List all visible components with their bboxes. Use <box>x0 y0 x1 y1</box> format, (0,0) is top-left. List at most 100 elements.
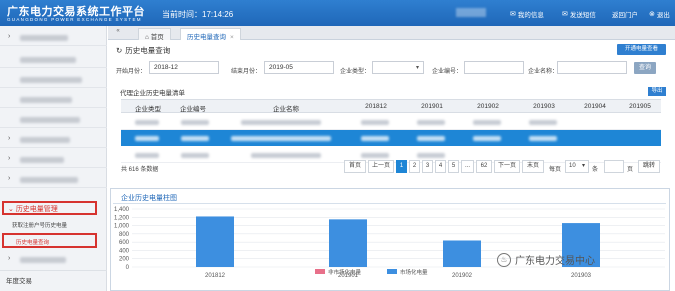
last-page-button[interactable]: 末页 <box>522 160 544 173</box>
page-jump-input[interactable] <box>604 160 624 173</box>
sidebar-item[interactable]: › <box>0 132 107 148</box>
chart-title: 企业历史电量柱图 <box>121 195 177 202</box>
app-subtitle: GUANGDONG POWER EXCHANGE SYSTEM <box>7 17 142 22</box>
return-portal-link[interactable]: 返回门户 <box>612 9 638 19</box>
first-page-button[interactable]: 首页 <box>344 160 366 173</box>
column-header[interactable]: 201902 <box>469 103 507 110</box>
query-button[interactable]: 查询 <box>634 62 656 74</box>
sidebar-subitem-fetch-history[interactable]: 获取注册户号历史电量 <box>12 221 67 229</box>
page-unit: 页 <box>627 167 634 173</box>
company-name-input[interactable] <box>557 61 627 74</box>
chevron-down-icon: ▾ <box>581 163 585 169</box>
chevron-right-icon: › <box>8 255 11 262</box>
total-count: 共 616 条数据 <box>121 167 159 173</box>
chevron-down-icon: ⌄ <box>8 206 16 213</box>
page-button[interactable]: 2 <box>409 160 420 173</box>
table-title: 代理企业历史电量清单 <box>120 90 185 97</box>
x-tick-label: 201902 <box>452 273 473 279</box>
legend-label: 市场化电量 <box>400 268 428 276</box>
wechat-logo-icon: ♨ <box>497 252 511 267</box>
mail-icon: ✉ <box>510 11 516 18</box>
tab-scroll-left-icon[interactable]: « <box>112 28 124 38</box>
page-button[interactable]: 1 <box>396 160 407 173</box>
table-row[interactable] <box>121 114 661 130</box>
column-header[interactable]: 企业名称 <box>261 103 311 113</box>
page-button[interactable]: 62 <box>476 160 492 173</box>
tab-history-query[interactable]: 历史电量查询 × <box>180 28 241 41</box>
chevron-right-icon: › <box>8 135 11 142</box>
jump-button[interactable]: 跳转 <box>638 160 660 173</box>
y-tick-label: 400 <box>119 248 130 254</box>
company-type-label: 企业类型： <box>340 69 371 75</box>
column-header[interactable]: 201903 <box>525 103 563 110</box>
sidebar-item[interactable]: › <box>0 30 107 46</box>
y-tick-label: 1,400 <box>114 207 130 213</box>
sidebar-item-power-history-mgmt[interactable]: ⌄ 历史电量管理 <box>2 201 97 215</box>
start-month-label: 开始月份： <box>116 69 147 75</box>
sidebar-item[interactable] <box>0 72 107 88</box>
page-button[interactable]: 5 <box>448 160 459 173</box>
page-button[interactable]: 3 <box>422 160 433 173</box>
export-button[interactable]: 导出 <box>648 87 666 96</box>
send-sms-link[interactable]: ✉ 发送短信 <box>562 9 596 19</box>
watermark: ♨ 广东电力交易中心 <box>497 252 595 267</box>
bar <box>443 240 481 267</box>
y-tick-label: 600 <box>119 240 130 246</box>
sidebar-item[interactable] <box>0 92 107 108</box>
company-name-label: 企业名称： <box>528 69 559 75</box>
sidebar-item[interactable] <box>0 112 107 128</box>
history-power-bar-chart: 1,4001,2001,0008006004002000201812 201901… <box>114 207 665 279</box>
y-tick-label: 0 <box>126 265 130 271</box>
tab-home[interactable]: ⌂ 首页 <box>138 28 171 41</box>
chevron-down-icon: ▾ <box>415 65 419 71</box>
per-page-unit: 条 <box>592 167 599 173</box>
column-header[interactable]: 201901 <box>413 103 451 110</box>
open-power-view-button[interactable]: 开通电量查看 <box>617 44 666 55</box>
chevron-right-icon: › <box>8 33 11 40</box>
x-tick-label: 201812 <box>205 273 226 279</box>
sidebar-item[interactable]: › <box>0 252 107 268</box>
y-tick-label: 200 <box>119 257 130 263</box>
column-header[interactable]: 企业类型 <box>129 103 167 113</box>
legend-swatch <box>315 269 325 274</box>
sidebar-subitem-history-query[interactable]: 历史电量查询 <box>2 233 97 248</box>
tab-bar: « ⌂ 首页 历史电量查询 × <box>108 26 675 41</box>
sidebar-item[interactable]: › <box>0 172 107 188</box>
y-tick-label: 1,000 <box>114 224 130 230</box>
sidebar-item-year-trade[interactable]: 年度交易 <box>0 270 107 286</box>
sidebar-item[interactable]: › <box>0 152 107 168</box>
column-header[interactable]: 201904 <box>576 103 614 110</box>
column-header[interactable]: 201905 <box>621 103 659 110</box>
table-row-selected[interactable] <box>121 130 661 146</box>
end-month-input[interactable]: 2019-05 <box>264 61 334 74</box>
page-button[interactable]: 4 <box>435 160 446 173</box>
y-tick-label: 1,200 <box>114 215 130 221</box>
column-header[interactable]: 企业编号 <box>173 103 213 113</box>
page-ellipsis: ... <box>461 160 474 173</box>
page-title: ↻ 历史电量查询 <box>116 46 171 55</box>
column-header[interactable]: 201812 <box>357 103 395 110</box>
company-type-select[interactable]: ▾ <box>372 61 424 74</box>
message-icon: ✉ <box>562 11 568 18</box>
top-header: 广东电力交易系统工作平台 GUANGDONG POWER EXCHANGE SY… <box>0 0 675 26</box>
logout-link[interactable]: ⊗ 退出 <box>649 9 670 19</box>
start-month-input[interactable]: 2018-12 <box>149 61 219 74</box>
logout-icon: ⊗ <box>649 11 655 18</box>
user-name-blurred <box>456 8 486 17</box>
per-page-label: 每页 <box>549 167 562 173</box>
sidebar-item[interactable] <box>0 52 107 68</box>
my-info-link[interactable]: ✉ 我的信息 <box>510 9 544 19</box>
per-page-select[interactable]: 10 ▾ <box>565 160 589 173</box>
y-tick-label: 800 <box>119 232 130 238</box>
refresh-icon: ↻ <box>116 46 123 55</box>
chevron-right-icon: › <box>8 175 11 182</box>
legend-label: 非市场化电量 <box>328 268 362 276</box>
chevron-right-icon: › <box>8 155 11 162</box>
company-number-label: 企业编号： <box>432 69 463 75</box>
end-month-label: 结束月份： <box>231 69 262 75</box>
close-icon[interactable]: × <box>230 34 234 41</box>
prev-page-button[interactable]: 上一页 <box>368 160 394 173</box>
company-number-input[interactable] <box>464 61 524 74</box>
bar <box>329 219 367 267</box>
next-page-button[interactable]: 下一页 <box>494 160 520 173</box>
